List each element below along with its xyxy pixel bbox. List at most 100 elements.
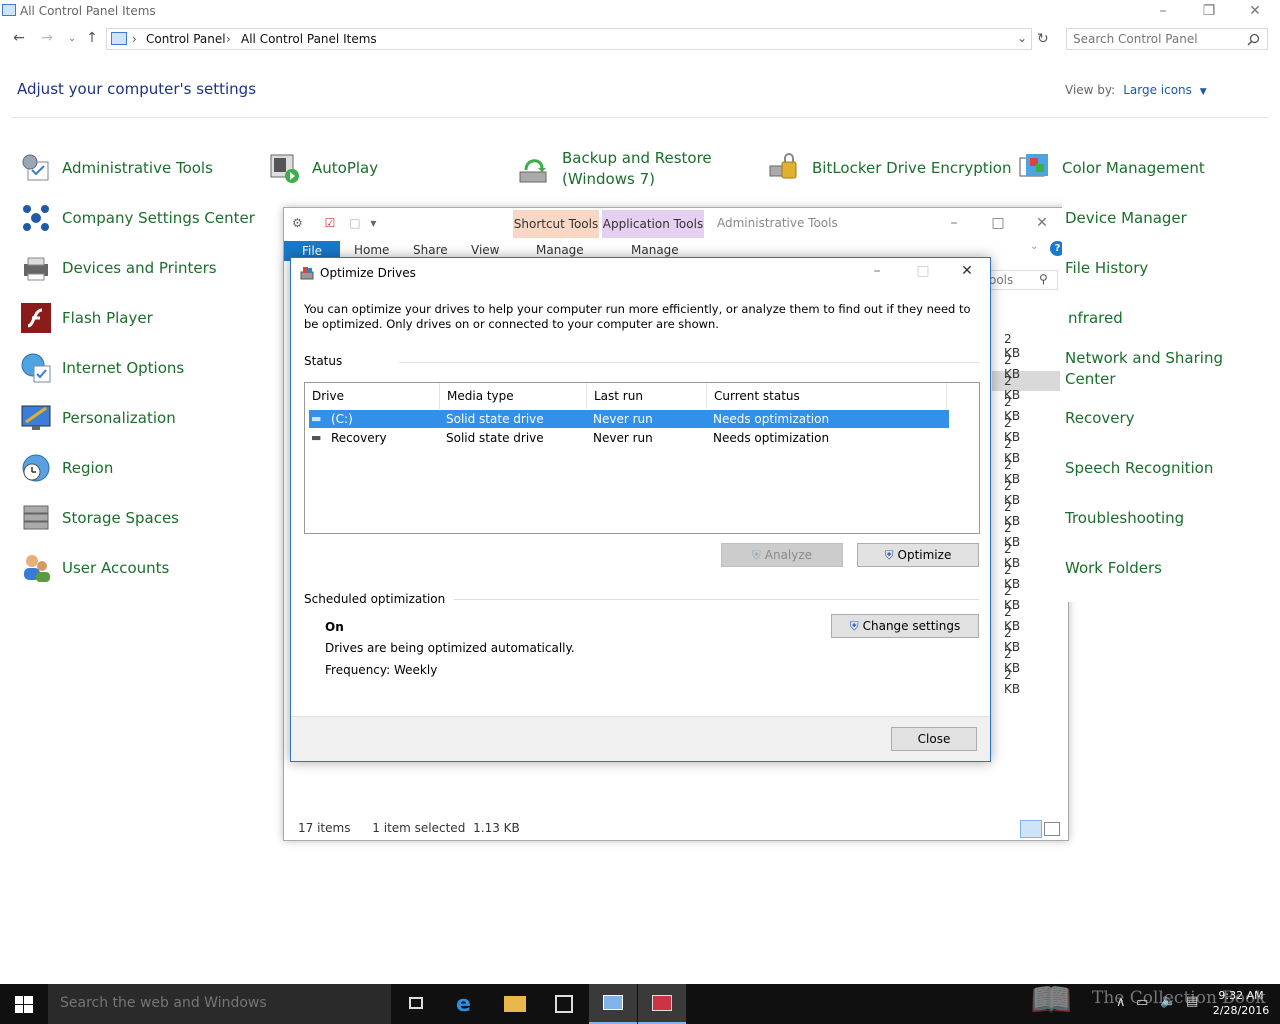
chevron-down-icon[interactable]: ⌄ xyxy=(1017,31,1027,45)
taskbar-search-input[interactable] xyxy=(60,995,360,1011)
chevron-down-icon[interactable]: ▾ xyxy=(370,216,376,230)
cp-item-infrared[interactable]: nfrared xyxy=(1062,302,1272,342)
cp-item-speech-recognition[interactable]: Speech Recognition xyxy=(1062,452,1272,492)
divider xyxy=(454,599,979,600)
dialog-maximize-button[interactable]: □ xyxy=(900,260,946,282)
internet-options-icon xyxy=(21,353,51,383)
breadcrumb-all-items[interactable]: All Control Panel Items xyxy=(241,32,377,46)
control-panel-taskbar-button[interactable] xyxy=(589,984,637,1024)
checkmark-icon[interactable]: ☑ xyxy=(325,216,336,230)
cp-item-bitlocker[interactable]: BitLocker Drive Encryption xyxy=(768,152,1011,192)
dropdown-arrow-icon[interactable]: ▼ xyxy=(1200,87,1207,97)
cp-item-color-management[interactable]: Color Management xyxy=(1018,152,1268,192)
task-view-icon xyxy=(409,997,423,1009)
explorer-title: Administrative Tools xyxy=(717,216,838,230)
drives-list[interactable]: Drive Media type Last run Current status… xyxy=(304,382,980,534)
refresh-icon[interactable]: ↻ xyxy=(1037,31,1049,47)
cp-item-administrative-tools[interactable]: Administrative Tools xyxy=(20,152,250,192)
optimize-drives-dialog: Optimize Drives – □ ✕ You can optimize y… xyxy=(290,257,991,762)
dialog-close-x-button[interactable]: ✕ xyxy=(944,260,990,282)
cp-item-flash-player[interactable]: Flash Player xyxy=(20,302,250,342)
cp-item-company-settings-center[interactable]: Company Settings Center xyxy=(20,202,255,242)
cp-item-network-sharing[interactable]: Network and Sharing Center xyxy=(1062,348,1272,398)
cp-item-label: Backup and Restore (Windows 7) xyxy=(562,149,712,188)
column-header-last-run[interactable]: Last run xyxy=(587,383,707,409)
cp-item-label: Color Management xyxy=(1062,159,1205,177)
scheduled-section-label: Scheduled optimization xyxy=(304,592,446,606)
large-icons-view-icon[interactable] xyxy=(1044,822,1060,836)
explorer-search-text: ools xyxy=(989,273,1014,287)
analyze-button[interactable]: ⛨ Analyze xyxy=(721,543,843,567)
tab-view[interactable]: View xyxy=(471,243,499,257)
cell-media: Solid state drive xyxy=(446,431,544,445)
quick-access-toolbar[interactable]: ⚙ ☑ □ ▾ xyxy=(292,216,376,230)
task-view-button[interactable] xyxy=(392,984,440,1024)
search-input[interactable] xyxy=(1073,32,1243,46)
properties-icon[interactable]: ⚙ xyxy=(292,216,303,230)
cp-item-internet-options[interactable]: Internet Options xyxy=(20,352,250,392)
cp-item-label: Network and Sharing Center xyxy=(1065,349,1223,388)
cp-item-personalization[interactable]: Personalization xyxy=(20,402,250,442)
shortcut-tools-tab[interactable]: Shortcut Tools xyxy=(513,210,599,238)
cp-item-device-manager[interactable]: Device Manager xyxy=(1062,202,1272,242)
explorer-search-box[interactable]: ools ⚲ xyxy=(984,270,1058,290)
cp-window-title: All Control Panel Items xyxy=(20,4,156,18)
optimize-drives-icon xyxy=(300,267,314,280)
windows-start-icon[interactable] xyxy=(15,996,33,1013)
selected-row-highlight xyxy=(992,371,1060,391)
edge-button[interactable]: e xyxy=(442,984,490,1024)
cp-item-user-accounts[interactable]: User Accounts xyxy=(20,552,250,592)
tab-manage-shortcut[interactable]: Manage xyxy=(536,243,584,257)
recent-locations-chevron-icon[interactable]: ⌄ xyxy=(62,34,82,44)
view-by-dropdown[interactable]: Large icons xyxy=(1123,83,1192,97)
new-folder-icon[interactable]: □ xyxy=(349,216,360,230)
table-row[interactable]: ▬ (C:) Solid state drive Never run Needs opt… xyxy=(309,410,949,428)
tab-home[interactable]: Home xyxy=(354,243,389,257)
application-tools-tab[interactable]: Application Tools xyxy=(602,210,704,238)
cp-item-label: Storage Spaces xyxy=(62,509,179,527)
optimize-drives-taskbar-button[interactable] xyxy=(638,984,686,1024)
cp-item-troubleshooting[interactable]: Troubleshooting xyxy=(1062,502,1272,542)
breadcrumb-control-panel[interactable]: Control Panel xyxy=(146,32,226,46)
change-settings-button[interactable]: ⛨ Change settings xyxy=(831,614,979,638)
column-header-media-type[interactable]: Media type xyxy=(440,383,587,409)
explorer-close-button[interactable]: ✕ xyxy=(1020,212,1064,234)
dialog-minimize-button[interactable]: – xyxy=(854,260,900,282)
details-view-icon[interactable] xyxy=(1020,820,1042,838)
table-row[interactable]: ▬ Recovery Solid state drive Never run Needs… xyxy=(309,429,949,447)
cp-item-devices-and-printers[interactable]: Devices and Printers xyxy=(20,252,250,292)
search-box[interactable] xyxy=(1066,28,1268,50)
status-section-label: Status xyxy=(304,354,343,368)
restore-button[interactable]: ❐ xyxy=(1186,0,1232,24)
close-dialog-button[interactable]: Close xyxy=(891,727,977,751)
column-header-current-status[interactable]: Current status xyxy=(707,383,947,409)
file-explorer-button[interactable] xyxy=(491,984,539,1024)
cell-drive: Recovery xyxy=(331,431,387,445)
up-arrow-icon[interactable]: ↑ xyxy=(82,30,102,46)
column-header-drive[interactable]: Drive xyxy=(305,383,440,409)
close-button[interactable]: ✕ xyxy=(1232,0,1278,24)
cp-item-backup-and-restore[interactable]: Backup and Restore (Windows 7) xyxy=(518,148,758,196)
optimize-button[interactable]: ⛨ Optimize xyxy=(857,543,979,567)
cp-item-autoplay[interactable]: AutoPlay xyxy=(268,152,498,192)
cp-item-work-folders[interactable]: Work Folders xyxy=(1062,552,1272,592)
cp-item-file-history[interactable]: File History xyxy=(1062,252,1272,292)
shield-icon: ⛨ xyxy=(751,548,761,562)
tab-manage-application[interactable]: Manage xyxy=(631,243,679,257)
minimize-button[interactable]: – xyxy=(1140,0,1186,24)
scheduled-frequency: Frequency: Weekly xyxy=(325,663,438,677)
cp-item-region[interactable]: Region xyxy=(20,452,250,492)
taskbar-search-box[interactable] xyxy=(48,984,391,1024)
explorer-minimize-button[interactable]: – xyxy=(932,212,976,234)
explorer-maximize-button[interactable]: □ xyxy=(976,212,1020,234)
flash-player-icon xyxy=(21,303,51,333)
address-bar[interactable]: › Control Panel › All Control Panel Item… xyxy=(106,28,1049,50)
tab-share[interactable]: Share xyxy=(413,243,448,257)
forward-arrow-icon[interactable]: → xyxy=(37,30,57,46)
cp-item-storage-spaces[interactable]: Storage Spaces xyxy=(20,502,250,542)
back-arrow-icon[interactable]: ← xyxy=(9,30,29,46)
divider xyxy=(399,362,979,363)
expand-ribbon-chevron-icon[interactable]: ⌄ xyxy=(1030,241,1038,252)
cp-item-recovery[interactable]: Recovery xyxy=(1062,402,1272,442)
store-button[interactable] xyxy=(540,984,588,1024)
